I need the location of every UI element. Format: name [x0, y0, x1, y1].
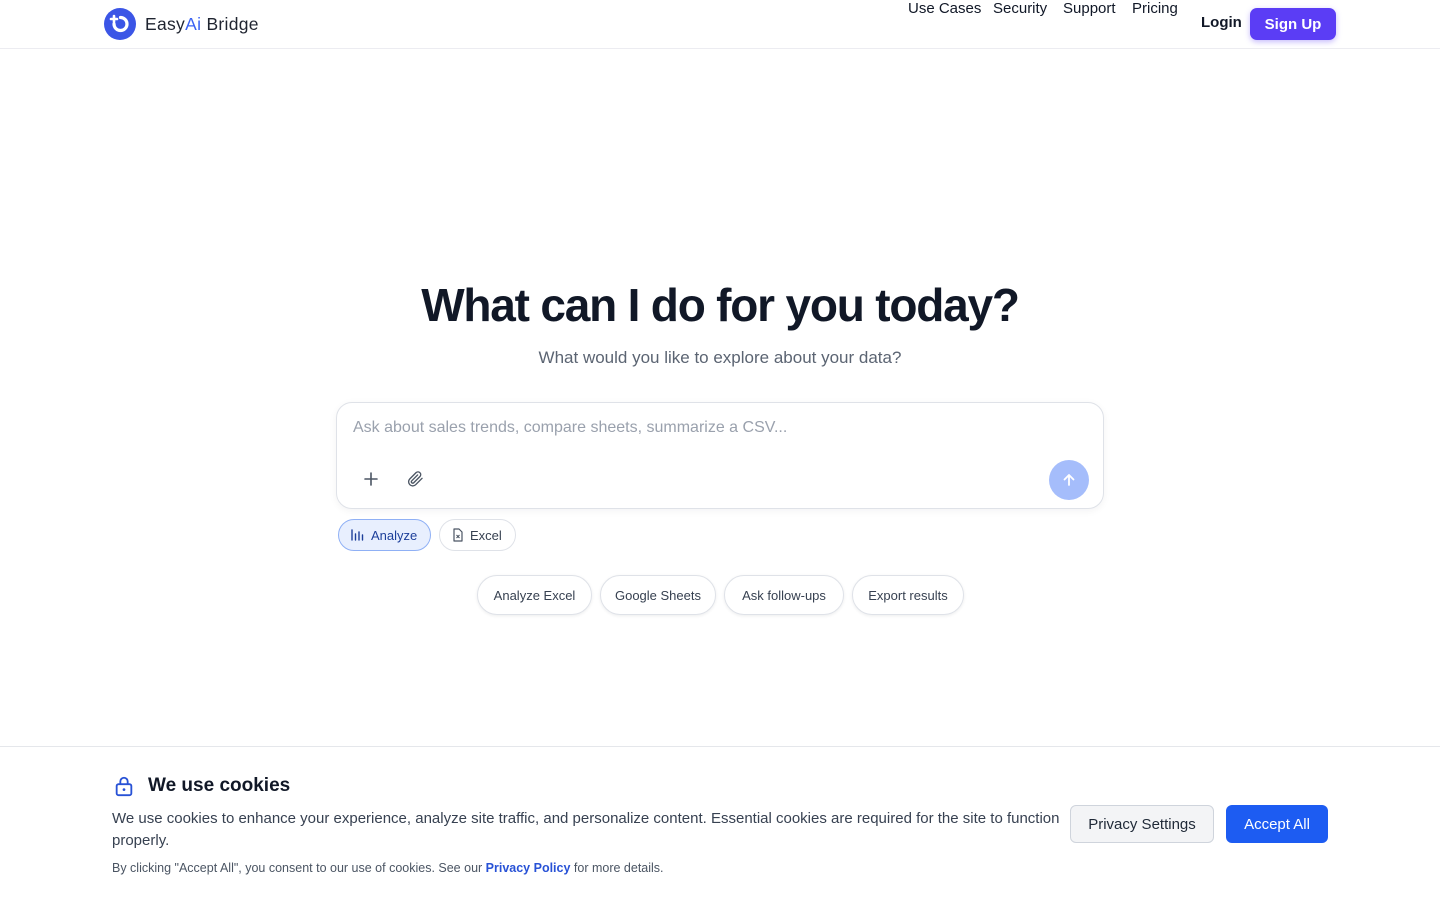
cookie-consent-note: By clicking "Accept All", you consent to… — [112, 861, 664, 875]
privacy-settings-button[interactable]: Privacy Settings — [1070, 805, 1214, 843]
site-header: EasyAi Bridge Use Cases Security Support… — [0, 0, 1440, 49]
nav-link-security[interactable]: Security — [993, 0, 1047, 17]
add-button[interactable] — [355, 463, 387, 495]
mode-chip-analyze[interactable]: Analyze — [338, 519, 431, 551]
file-icon — [453, 528, 463, 542]
sign-up-button[interactable]: Sign Up — [1250, 8, 1336, 40]
hero-subtitle: What would you like to explore about you… — [538, 348, 902, 367]
paperclip-icon — [407, 471, 423, 487]
cookie-title: We use cookies — [148, 775, 291, 796]
brand-name: EasyAi Bridge — [145, 13, 259, 34]
prompt-input[interactable] — [353, 415, 1053, 441]
suggestion-ask-follow-ups[interactable]: Ask follow-ups — [724, 575, 844, 615]
send-button[interactable] — [1049, 460, 1089, 500]
mode-chip-label: Excel — [470, 527, 502, 543]
suggestion-analyze-excel[interactable]: Analyze Excel — [477, 575, 592, 615]
login-link[interactable]: Login — [1201, 14, 1242, 31]
prompt-box — [336, 402, 1104, 509]
cookie-description: We use cookies to enhance your experienc… — [112, 810, 1060, 849]
suggestion-google-sheets[interactable]: Google Sheets — [600, 575, 716, 615]
bar-chart-icon — [351, 529, 364, 541]
plus-icon — [364, 472, 378, 486]
arrow-up-icon — [1063, 474, 1075, 486]
attach-button[interactable] — [399, 463, 431, 495]
nav-link-use-cases[interactable]: Use Cases — [908, 0, 981, 17]
accept-all-button[interactable]: Accept All — [1226, 805, 1328, 843]
mode-chip-label: Analyze — [371, 527, 418, 543]
brand-logo[interactable]: EasyAi Bridge — [104, 8, 259, 40]
bridge-logo-icon — [104, 8, 136, 40]
privacy-policy-link[interactable]: Privacy Policy — [486, 861, 571, 875]
lock-icon — [115, 776, 133, 797]
hero-title: What can I do for you today? — [421, 279, 1020, 331]
nav-link-support[interactable]: Support — [1063, 0, 1116, 17]
nav-link-pricing[interactable]: Pricing — [1132, 0, 1178, 17]
cookie-banner: We use cookies We use cookies to enhance… — [0, 746, 1440, 900]
suggestion-export-results[interactable]: Export results — [852, 575, 964, 615]
mode-chip-excel[interactable]: Excel — [439, 519, 516, 551]
